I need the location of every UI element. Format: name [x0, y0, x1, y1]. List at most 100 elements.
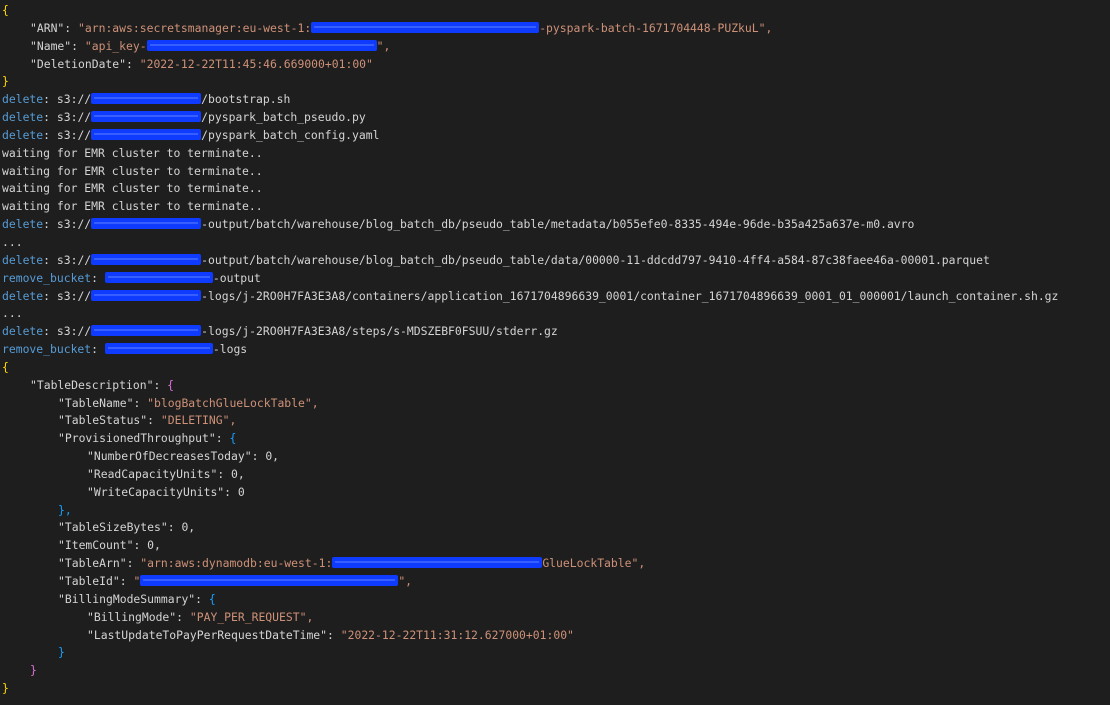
redaction-mark: [311, 21, 540, 33]
redaction-mark: [104, 271, 213, 283]
item-count-line: "ItemCount": 0,: [58, 538, 161, 553]
log-line: remove_bucket: -logs: [2, 342, 248, 357]
throughput-close-line: },: [2, 502, 1108, 520]
log-line: waiting for EMR cluster to terminate..: [2, 198, 1108, 216]
json-key: "ProvisionedThroughput": [58, 431, 216, 446]
open-brace: {: [2, 3, 9, 17]
json-key: "WriteCapacityUnits": [87, 484, 225, 499]
json-key: "BillingModeSummary": [58, 591, 196, 606]
table-close-line: }: [2, 680, 1108, 698]
s3-path: /pyspark_batch_config.yaml: [201, 127, 380, 142]
decreases-line: "NumberOfDecreasesToday": 0,: [87, 449, 280, 464]
redaction-mark: [91, 128, 202, 140]
json-number: 0,: [231, 466, 245, 481]
bucket-name: -logs: [212, 342, 248, 357]
secret-name-line: "Name": "api_key- ",: [30, 38, 391, 53]
redaction-mark: [91, 253, 202, 265]
json-string: ",: [376, 38, 391, 53]
log-line: waiting for EMR cluster to terminate..: [2, 163, 1108, 181]
json-key: "LastUpdateToPayPerRequestDateTime": [87, 627, 328, 642]
close-brace: }: [30, 663, 37, 678]
table-name-line: "TableName": "blogBatchGlueLockTable",: [58, 395, 319, 410]
open-brace: {: [2, 359, 9, 374]
close-brace: }: [58, 645, 65, 660]
table-open-line: {: [2, 359, 1108, 377]
json-string: ": [133, 574, 141, 588]
json-string: "2022-12-22T11:31:12.627000+01:00": [340, 627, 574, 642]
secret-arn-line: "ARN": "arn:aws:secretsmanager:eu-west-1…: [30, 20, 773, 35]
json-string: "PAY_PER_REQUEST",: [189, 609, 314, 624]
delete-keyword: delete: [2, 127, 44, 142]
log-line: waiting for EMR cluster to terminate..: [2, 180, 1108, 198]
redaction-mark: [104, 343, 213, 355]
redaction-mark: [91, 111, 202, 123]
close-brace: }: [2, 681, 9, 696]
json-key: "BillingMode": [87, 609, 177, 624]
log-line: delete: s3://-output/batch/warehouse/blo…: [2, 217, 915, 232]
description-close-line: }: [2, 662, 1108, 680]
log-line: waiting for EMR cluster to terminate..: [2, 145, 1108, 163]
write-capacity-line: "WriteCapacityUnits": 0: [87, 484, 245, 499]
waiting-message: waiting for EMR cluster to terminate..: [2, 181, 263, 196]
json-number: 0,: [147, 538, 161, 553]
close-brace: }: [2, 74, 9, 89]
delete-keyword: delete: [2, 110, 44, 125]
json-key: "NumberOfDecreasesToday": [87, 449, 252, 464]
secret-deletion-date-line: "DeletionDate": "2022-12-22T11:45:46.669…: [30, 56, 373, 71]
remove-bucket-keyword: remove_bucket: [2, 342, 92, 357]
table-size-line: "TableSizeBytes": 0,: [58, 520, 196, 535]
log-line: delete: s3://-logs/j-2RO0H7FA3E3A8/steps…: [2, 324, 558, 339]
ellipsis: ...: [2, 306, 23, 321]
open-brace: {: [167, 377, 175, 392]
delete-keyword: delete: [2, 288, 44, 303]
s3-path: -output/batch/warehouse/blog_batch_db/ps…: [201, 252, 990, 267]
delete-keyword: delete: [2, 324, 44, 339]
redaction-mark: [146, 39, 377, 51]
json-string: GlueLockTable",: [542, 556, 646, 571]
waiting-message: waiting for EMR cluster to terminate..: [2, 145, 263, 160]
table-status-line: "TableStatus": "DELETING",: [58, 413, 237, 428]
billing-mode-line: "BillingMode": "PAY_PER_REQUEST",: [87, 609, 314, 624]
json-string: "2022-12-22T11:45:46.669000+01:00": [139, 56, 373, 71]
log-line: delete: s3:///bootstrap.sh: [2, 92, 291, 107]
table-description-line: "TableDescription": {: [30, 377, 175, 392]
open-brace: {: [229, 431, 237, 446]
redaction-mark: [91, 325, 202, 337]
redaction-mark: [91, 218, 202, 230]
json-string: ",: [398, 574, 413, 588]
close-brace: },: [58, 502, 72, 517]
redaction-mark: [91, 93, 202, 105]
waiting-message: waiting for EMR cluster to terminate..: [2, 199, 263, 214]
json-string: "api_key-: [84, 38, 147, 53]
redaction-mark: [332, 557, 543, 569]
secret-open-line: {: [2, 2, 1108, 20]
waiting-message: waiting for EMR cluster to terminate..: [2, 163, 263, 178]
json-key: "ARN": [30, 20, 65, 35]
json-string: "arn:aws:secretsmanager:eu-west-1:: [78, 20, 312, 35]
json-number: 0,: [181, 520, 196, 535]
s3-path: -output/batch/warehouse/blog_batch_db/ps…: [201, 217, 915, 232]
table-arn-line: "TableArn": "arn:aws:dynamodb:eu-west-1:…: [58, 556, 646, 571]
billing-close-line: }: [2, 644, 1108, 662]
secret-close-line: }: [2, 73, 1108, 91]
json-key: "DeletionDate": [30, 56, 127, 71]
log-line: remove_bucket: -output: [2, 270, 261, 285]
json-key: "TableStatus": [58, 413, 148, 428]
remove-bucket-keyword: remove_bucket: [2, 270, 92, 285]
s3-path: /pyspark_batch_pseudo.py: [201, 110, 366, 125]
json-number: 0,: [265, 449, 280, 464]
log-line: delete: s3:///pyspark_batch_pseudo.py: [2, 110, 366, 125]
terminal-output[interactable]: { "ARN": "arn:aws:secretsmanager:eu-west…: [2, 2, 1108, 698]
provisioned-throughput-line: "ProvisionedThroughput": {: [58, 431, 237, 446]
json-key: "TableDescription": [30, 377, 154, 392]
json-string: "blogBatchGlueLockTable",: [147, 395, 319, 410]
last-update-line: "LastUpdateToPayPerRequestDateTime": "20…: [87, 627, 574, 642]
ellipsis: ...: [2, 234, 23, 249]
log-line: delete: s3://-output/batch/warehouse/blo…: [2, 252, 990, 267]
json-number: 0: [237, 484, 245, 499]
log-line: delete: s3://-logs/j-2RO0H7FA3E3A8/conta…: [2, 288, 1059, 303]
table-id-line: "TableId": " ",: [58, 574, 413, 588]
json-key: "ReadCapacityUnits": [87, 466, 218, 481]
json-key: "ItemCount": [58, 538, 134, 553]
json-string: "arn:aws:dynamodb:eu-west-1:: [140, 556, 333, 571]
